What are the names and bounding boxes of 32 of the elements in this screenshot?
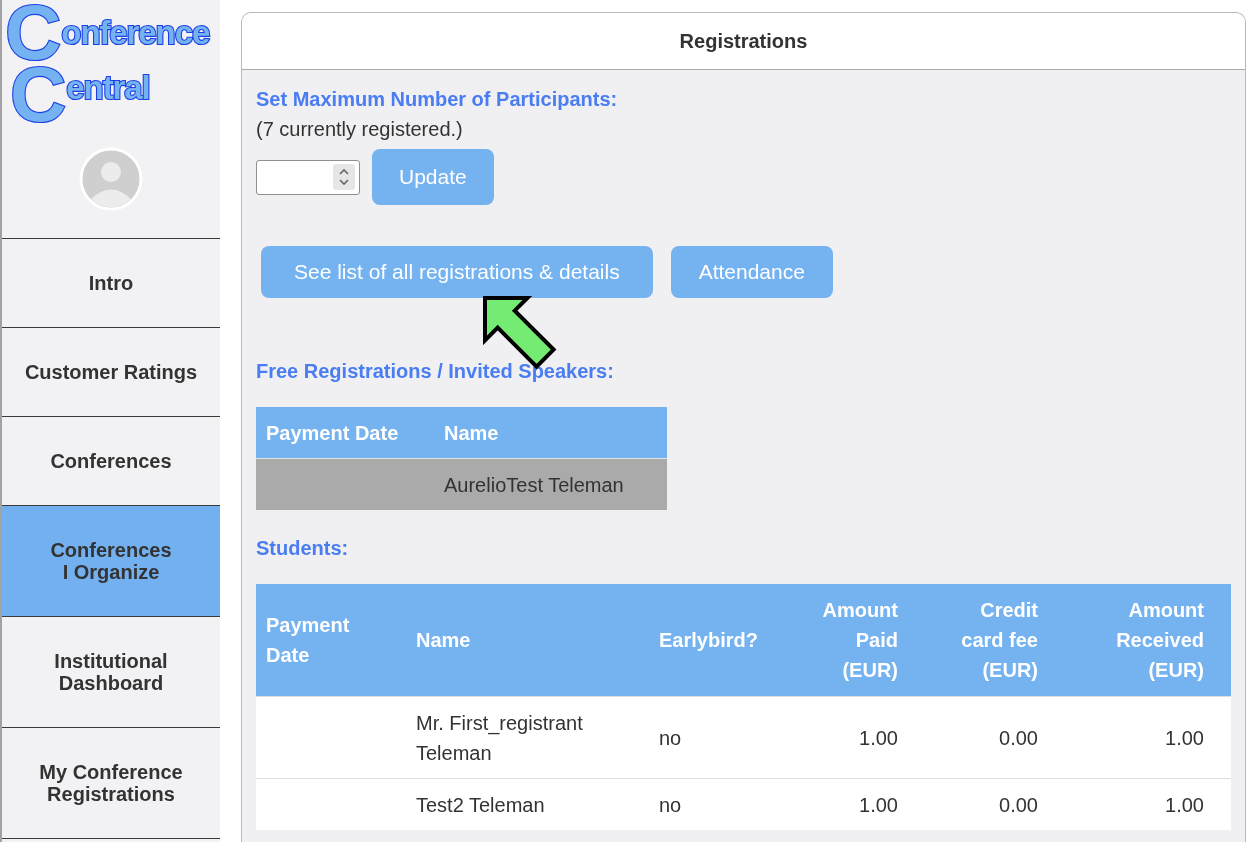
avatar-icon [79,147,143,211]
table-cell: 0.00 [908,778,1048,830]
section-heading: Set Maximum Number of Participants: [256,87,618,112]
column-header: Name [406,584,649,697]
table-cell: no [649,696,800,779]
section-heading: Students: [256,536,349,561]
column-header: Earlybird? [649,584,800,697]
table-cell: Mr. First_registrant Teleman [406,696,649,779]
registration-count-text: (7 currently registered.) [256,117,463,142]
nav-item[interactable]: Customer Ratings [2,327,220,416]
nav-item[interactable]: Intro [2,238,220,327]
column-header: Payment Date [256,407,434,459]
column-header: Name [434,407,667,459]
column-header: Amount Received (EUR) [1048,584,1231,697]
nav-item[interactable]: Conferences I Organize [2,505,220,616]
table-cell: AurelioTest Teleman [434,458,667,510]
table-cell: 1.00 [800,778,908,830]
column-header: Amount Paid (EUR) [800,584,908,697]
section-heading: Free Registrations / Invited Speakers: [256,359,614,384]
table-cell: no [649,778,800,830]
panel-title: Registrations [679,29,808,53]
number-field[interactable] [256,159,360,195]
nav-item[interactable]: Institutional Dashboard [2,616,220,727]
column-header: Payment Date [256,584,406,697]
nav-item[interactable]: My Conference Registrations [2,727,220,838]
column-header: Credit card fee (EUR) [908,584,1048,697]
table-cell: 0.00 [908,696,1048,779]
stepper-icon[interactable] [333,164,355,190]
table-cell: 1.00 [800,696,908,779]
table-cell: 1.00 [1048,696,1231,779]
table-cell: Test2 Teleman [406,778,649,830]
table-cell: 1.00 [1048,778,1231,830]
